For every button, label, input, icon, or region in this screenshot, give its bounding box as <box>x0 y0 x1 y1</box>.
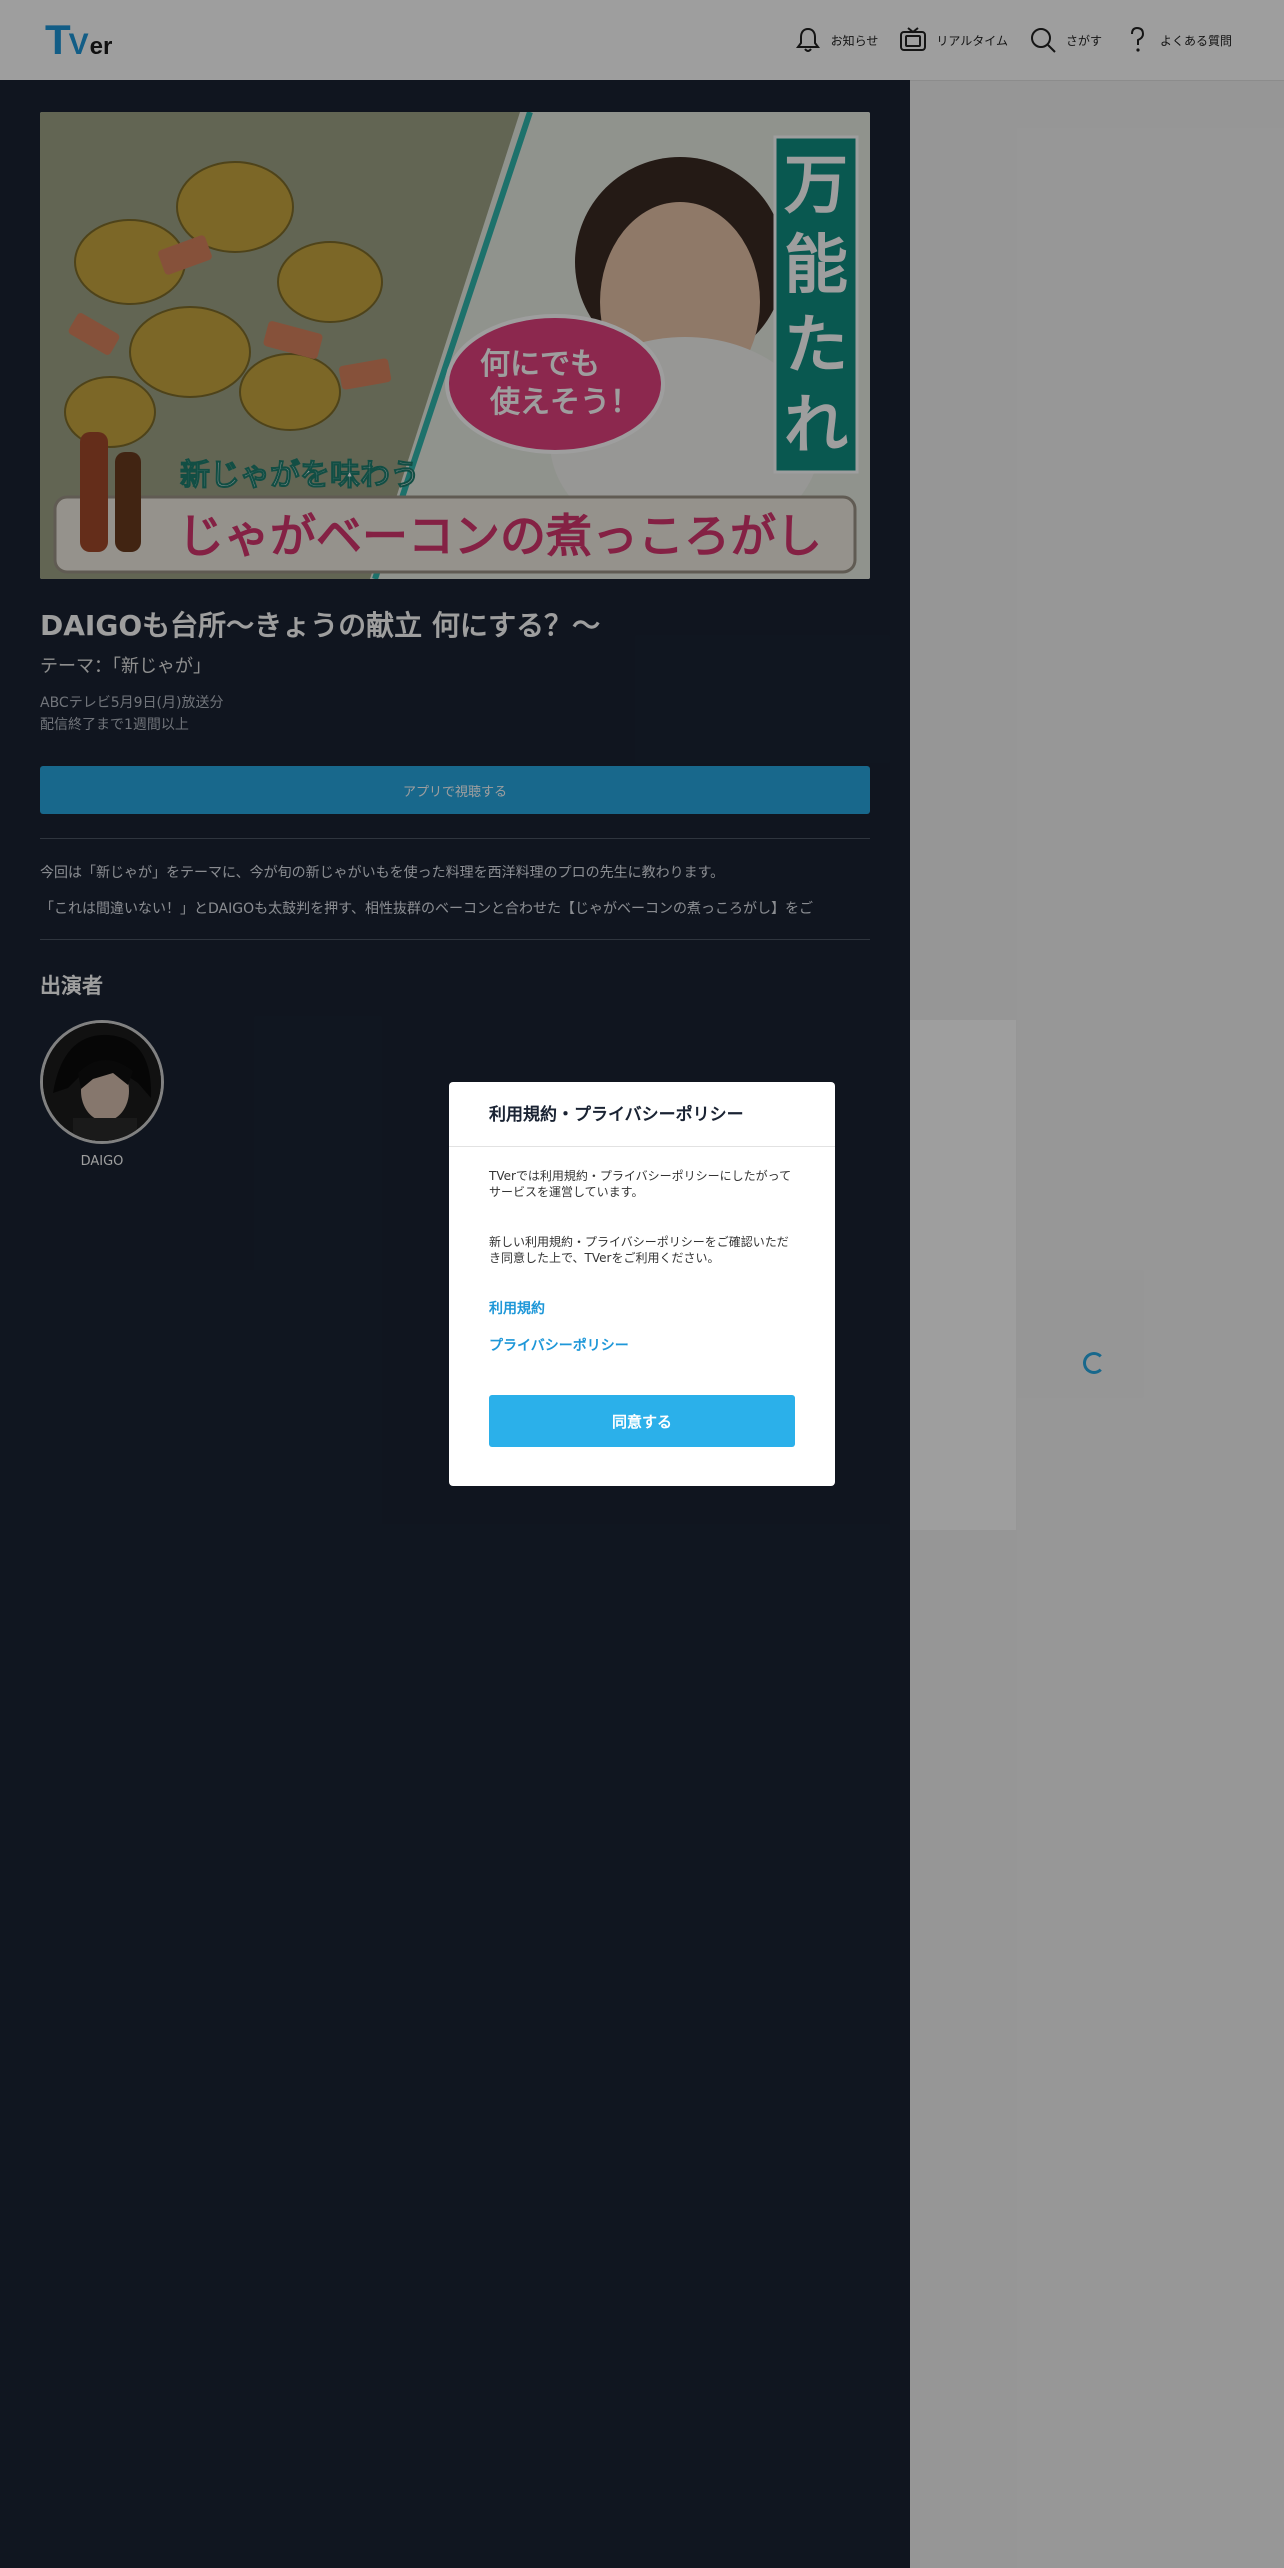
modal-divider <box>449 1146 835 1147</box>
agree-button[interactable]: 同意する <box>489 1395 795 1447</box>
modal-paragraph: 新しい利用規約・プライバシーポリシーをご確認いただき同意した上で、TVerをご利… <box>489 1235 789 1265</box>
modal-title: 利用規約・プライバシーポリシー <box>489 1105 744 1125</box>
terms-link[interactable]: 利用規約 <box>489 1298 545 1318</box>
modal-paragraph: TVerでは利用規約・プライバシーポリシーにしたがってサービスを運営しています。 <box>489 1169 792 1199</box>
privacy-policy-link[interactable]: プライバシーポリシー <box>489 1335 629 1355</box>
terms-modal: 利用規約・プライバシーポリシー TVerでは利用規約・プライバシーポリシーにした… <box>449 1082 835 1486</box>
